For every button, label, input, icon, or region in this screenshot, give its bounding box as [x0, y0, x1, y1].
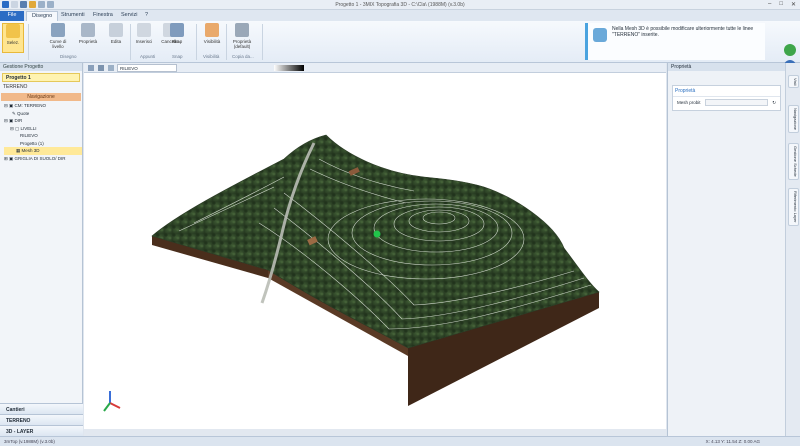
inserisci-button[interactable]: Inserisci	[132, 23, 156, 44]
tab-file[interactable]: File	[0, 11, 24, 21]
view-combo[interactable]: RILIEVO	[117, 64, 177, 72]
info-icon	[593, 28, 607, 42]
select-button[interactable]: Selez.	[2, 23, 24, 53]
brush-icon	[235, 23, 249, 37]
properties-box: Proprietà Mesh probit ↻	[672, 85, 781, 111]
project-panel-header: Gestione Progetto	[0, 63, 82, 71]
contour-icon	[51, 23, 65, 37]
tab-finestra[interactable]: Finestra	[88, 11, 118, 21]
terrain-model	[103, 134, 600, 412]
project-panel: Gestione Progetto Progetto 1 TERRENO Nav…	[0, 63, 83, 436]
view-toolbar: RILIEVO	[84, 63, 666, 73]
field-label: Mesh probit	[677, 100, 701, 105]
nav-cantieri[interactable]: Cantieri	[0, 403, 83, 414]
gradient-swatch[interactable]	[274, 65, 304, 71]
status-left: 3mTop (v.1988M) (v.3.0b)	[4, 439, 55, 444]
navigation-label: Navigazione	[1, 93, 81, 101]
tree-item[interactable]: Progetto (1)	[4, 140, 82, 148]
tab-disegno[interactable]: Disegno	[26, 11, 59, 21]
tree-item[interactable]: ✎ Quote	[4, 110, 82, 118]
tab-servizi[interactable]: Servizi	[116, 11, 143, 21]
visibility-icon	[205, 23, 219, 37]
vtab-navigazione[interactable]: Navigazione	[788, 105, 799, 134]
snap-button[interactable]: Snap	[166, 23, 188, 44]
window-controls: – □ ✕	[768, 1, 796, 8]
status-bar: 3mTop (v.1988M) (v.3.0b) X: 4.13 Y: 11.5…	[0, 436, 800, 446]
grid-icon[interactable]	[108, 65, 114, 71]
horizontal-scrollbar[interactable]	[84, 429, 666, 436]
tree-item[interactable]: ▦ Mesh 3D	[4, 147, 82, 155]
edit-icon	[109, 23, 123, 37]
hint-note: Nella Mesh 3D è possibile modificare ult…	[585, 23, 765, 60]
group-label-visibilita: Visibilità	[203, 54, 220, 59]
tree-item[interactable]: ⊟ ▣ CM: TERRENO	[4, 102, 82, 110]
ribbon-separator	[28, 24, 29, 60]
cursor-icon	[6, 24, 20, 38]
insert-icon	[137, 23, 151, 37]
tree-item[interactable]: ⊟ ▣ DIR	[4, 117, 82, 125]
properties-section-title: Proprietà	[673, 86, 780, 97]
refresh-icon[interactable]: ↻	[772, 100, 776, 106]
tab-strumenti[interactable]: Strumenti	[56, 11, 90, 21]
layers-icon[interactable]	[98, 65, 104, 71]
nav-terreno[interactable]: TERRENO	[0, 414, 83, 425]
proprieta-button[interactable]: Proprietà	[76, 23, 100, 44]
ribbon-separator	[226, 24, 227, 60]
properties-row: Mesh probit ↻	[673, 97, 780, 108]
curve-button[interactable]: Curve di livello	[46, 23, 70, 49]
properties-panel: Proprietà Proprietà Mesh probit ↻	[667, 63, 785, 436]
view-icon[interactable]	[88, 65, 94, 71]
window-title: Progetto 1 - 3MIX Topografia 3D - C:\Cla…	[335, 2, 465, 8]
ribbon-separator	[196, 24, 197, 60]
vtab-gestione-schede[interactable]: Gestione Schede	[788, 143, 799, 180]
title-bar: Progetto 1 - 3MIX Topografia 3D - C:\Cla…	[0, 0, 800, 10]
minimize-button[interactable]: –	[768, 1, 771, 8]
status-coordinates: X: 4.13 Y: 11.54 Z: 0.00 AG	[705, 439, 760, 444]
properties-header: Proprietà	[668, 63, 785, 71]
terrain-label: TERRENO	[3, 84, 28, 90]
help-icon[interactable]: ?	[140, 11, 153, 21]
group-label-disegno: Disegno	[60, 54, 77, 59]
snap-icon	[170, 23, 184, 37]
ribbon-separator	[130, 24, 131, 60]
close-button[interactable]: ✕	[791, 1, 796, 8]
vertical-tabs: Visti Navigazione Gestione Schede Riferi…	[785, 63, 800, 436]
vtab-visti[interactable]: Visti	[788, 75, 799, 89]
field-input[interactable]	[704, 99, 769, 106]
ribbon: Selez. Curve di livello Proprietà Edita …	[0, 21, 800, 72]
prop-default-button[interactable]: Proprietà (default)	[228, 23, 256, 49]
axis-gizmo	[103, 391, 121, 412]
group-label-snap: Snap	[172, 54, 183, 59]
ribbon-separator	[262, 24, 263, 60]
project-item[interactable]: Progetto 1	[2, 73, 80, 82]
project-tree: ⊟ ▣ CM: TERRENO ✎ Quote ⊟ ▣ DIR ⊟ ▢ LIVE…	[0, 102, 82, 162]
selection-marker[interactable]	[373, 230, 381, 238]
properties-icon	[81, 23, 95, 37]
nav-3d-layer[interactable]: 3D - LAYER	[0, 425, 83, 436]
globe-icon[interactable]	[784, 44, 796, 56]
group-label-copia: Copia da...	[232, 54, 254, 59]
ribbon-tabs: File Disegno Strumenti Finestra Servizi …	[0, 10, 800, 21]
bottom-navigation: Cantieri TERRENO 3D - LAYER	[0, 403, 83, 436]
tree-item[interactable]: ⊞ ▣ GRIGLIA DI SUOLO/ DIR	[4, 155, 82, 163]
edita-button[interactable]: Edita	[104, 23, 128, 44]
tree-item[interactable]: ⊟ ▢ LIVELLI	[4, 125, 82, 133]
tree-item[interactable]: RILIEVO	[4, 132, 82, 140]
vtab-riferimento-layer[interactable]: Riferimento Layer	[788, 188, 799, 226]
maximize-button[interactable]: □	[779, 1, 783, 8]
group-label-appunti: Appunti	[140, 54, 156, 59]
visibilita-button[interactable]: Visibilità	[200, 23, 224, 44]
3d-viewport[interactable]	[84, 73, 666, 429]
